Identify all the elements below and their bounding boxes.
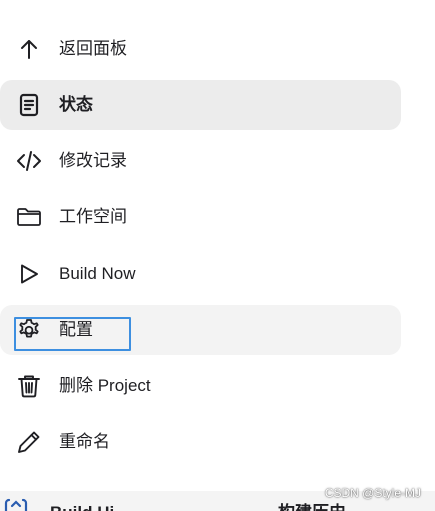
code-icon bbox=[16, 148, 42, 174]
folder-icon bbox=[16, 204, 42, 230]
menu-item-label: 重命名 bbox=[59, 432, 110, 451]
build-history-icon bbox=[2, 498, 30, 511]
menu-item-build-now[interactable]: Build Now bbox=[0, 249, 401, 299]
menu-item-rename[interactable]: 重命名 bbox=[0, 417, 401, 467]
menu-item-label: Build Now bbox=[59, 264, 136, 283]
menu-item-changes[interactable]: 修改记录 bbox=[0, 136, 401, 186]
menu-item-label: 返回面板 bbox=[59, 39, 127, 58]
build-history-title: Build Hi bbox=[50, 503, 114, 511]
menu-item-workspace[interactable]: 工作空间 bbox=[0, 192, 401, 242]
build-history-title-cn: 构建历史 bbox=[278, 503, 346, 511]
menu-item-label: 删除 Project bbox=[59, 376, 151, 395]
arrow-up-icon bbox=[16, 36, 42, 62]
menu-item-status[interactable]: 状态 bbox=[0, 80, 401, 130]
menu-item-label: 状态 bbox=[59, 95, 93, 114]
menu-item-label: 配置 bbox=[59, 320, 93, 339]
menu-item-configure[interactable]: 配置 bbox=[0, 305, 401, 355]
play-icon bbox=[16, 261, 42, 287]
gear-icon bbox=[16, 317, 42, 343]
trash-icon bbox=[16, 373, 42, 399]
menu-item-label: 工作空间 bbox=[59, 207, 127, 226]
menu-item-delete-project[interactable]: 删除 Project bbox=[0, 361, 401, 411]
watermark: CSDN @Style-MJ bbox=[324, 486, 421, 500]
menu-item-label: 修改记录 bbox=[59, 151, 127, 170]
document-icon bbox=[16, 92, 42, 118]
menu-item-back-to-dashboard[interactable]: 返回面板 bbox=[0, 24, 401, 74]
pencil-icon bbox=[16, 429, 42, 455]
